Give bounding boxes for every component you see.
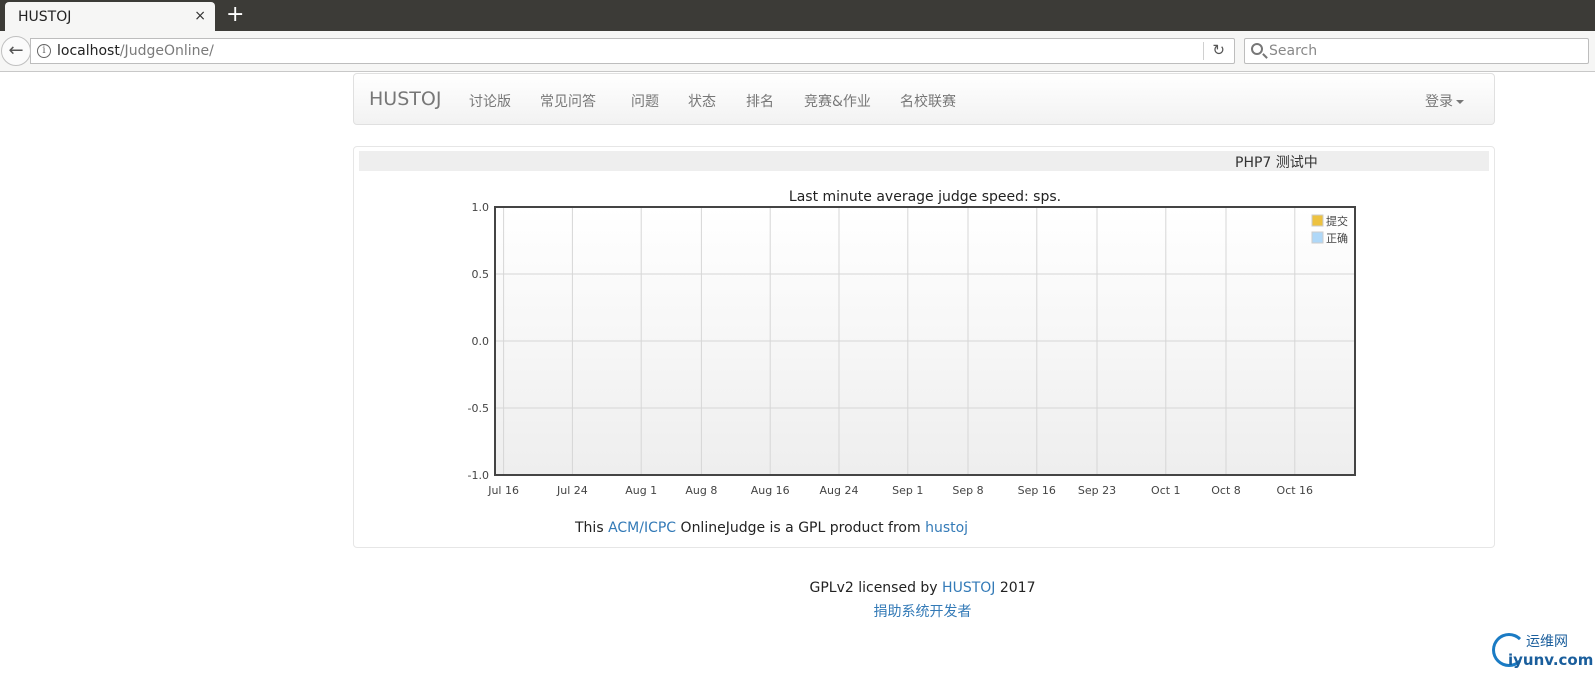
reload-icon[interactable]: ↻	[1212, 41, 1225, 59]
close-icon[interactable]: ×	[194, 8, 206, 24]
login-label: 登录	[1425, 94, 1453, 110]
judge-speed-chart: 1.0 0.5 0.0 -0.5 -1.0 Jul 16 Jul 24 Aug 1 Aug 8 A…	[468, 201, 1356, 497]
license-year: 2017	[995, 580, 1036, 596]
x-tick-label: Aug 24	[820, 484, 859, 497]
legend-swatch	[1311, 214, 1324, 227]
url-text: localhost/JudgeOnline/	[57, 43, 214, 59]
login-dropdown[interactable]: 登录	[1425, 91, 1464, 111]
new-tab-icon[interactable]: +	[226, 3, 244, 27]
gpl-notice: This ACM/ICPC OnlineJudge is a GPL produ…	[575, 520, 968, 536]
brand-link[interactable]: HUSTOJ	[369, 88, 441, 110]
legend-swatch	[1311, 231, 1324, 244]
x-tick-label: Sep 1	[892, 484, 923, 497]
hustoj-link[interactable]: hustoj	[925, 520, 968, 536]
site-navbar: HUSTOJ 讨论版 常见问答 问题 状态 排名 竞赛&作业 名校联赛 登录	[353, 73, 1495, 125]
back-arrow-icon[interactable]: ←	[1, 36, 31, 66]
main-panel: PHP7 测试中 Last minute average judge speed…	[353, 146, 1495, 548]
info-icon[interactable]: i	[37, 44, 51, 58]
x-tick-label: Oct 16	[1277, 484, 1314, 497]
divider	[1203, 42, 1204, 60]
y-tick-label: -0.5	[468, 402, 489, 415]
x-tick-label: Sep 8	[952, 484, 983, 497]
y-tick-label: 0.5	[472, 268, 490, 281]
x-tick-label: Aug 1	[625, 484, 657, 497]
nav-item-status[interactable]: 状态	[688, 91, 716, 111]
nav-item-league[interactable]: 名校联赛	[900, 91, 956, 111]
url-path: /JudgeOnline/	[119, 43, 214, 59]
y-tick-label: 0.0	[472, 335, 490, 348]
x-tick-label: Jul 16	[487, 484, 519, 497]
gpl-prefix: This	[575, 520, 609, 536]
x-tick-label: Jul 24	[556, 484, 588, 497]
search-placeholder: Search	[1269, 43, 1318, 59]
license-line: GPLv2 licensed by HUSTOJ 2017	[0, 580, 1595, 596]
x-tick-label: Sep 23	[1078, 484, 1116, 497]
footer-hustoj-link[interactable]: HUSTOJ	[942, 580, 995, 596]
address-bar[interactable]: i localhost/JudgeOnline/ ↻	[30, 38, 1235, 64]
watermark-logo: 运维网 iyunv.com	[1492, 631, 1594, 671]
legend-label: 正确	[1326, 232, 1348, 245]
nav-item-faq[interactable]: 常见问答	[540, 91, 596, 111]
watermark-top-text: 运维网	[1526, 634, 1568, 650]
license-prefix: GPLv2 licensed by	[809, 580, 943, 596]
x-tick-label: Sep 16	[1018, 484, 1056, 497]
nav-item-discussion[interactable]: 讨论版	[469, 91, 511, 111]
search-icon	[1251, 43, 1263, 55]
acm-icpc-link[interactable]: ACM/ICPC	[608, 520, 676, 536]
url-host: localhost	[57, 43, 120, 59]
gpl-middle: OnlineJudge is a GPL product from	[676, 520, 926, 536]
nav-item-contest[interactable]: 竞赛&作业	[804, 91, 871, 111]
search-input[interactable]: Search	[1244, 38, 1589, 64]
nav-item-ranklist[interactable]: 排名	[746, 91, 774, 111]
x-tick-label: Aug 8	[685, 484, 717, 497]
donate-line: 捐助系统开发者	[0, 601, 1595, 621]
nav-item-problems[interactable]: 问题	[631, 91, 659, 111]
legend-label: 提交	[1326, 214, 1348, 228]
x-tick-label: Aug 16	[751, 484, 790, 497]
watermark-bottom-text: iyunv.com	[1508, 651, 1594, 669]
browser-tab-bar: HUSTOJ × +	[0, 0, 1595, 31]
x-tick-label: Oct 1	[1151, 484, 1181, 497]
browser-tab[interactable]: HUSTOJ ×	[5, 2, 215, 31]
browser-toolbar: i localhost/JudgeOnline/ ↻ ← Search	[0, 31, 1595, 72]
y-tick-label: -1.0	[468, 469, 489, 482]
tab-title: HUSTOJ	[18, 9, 72, 25]
caret-down-icon	[1456, 100, 1464, 104]
x-tick-label: Oct 8	[1211, 484, 1241, 497]
donate-link[interactable]: 捐助系统开发者	[874, 604, 972, 620]
y-tick-label: 1.0	[472, 201, 490, 214]
